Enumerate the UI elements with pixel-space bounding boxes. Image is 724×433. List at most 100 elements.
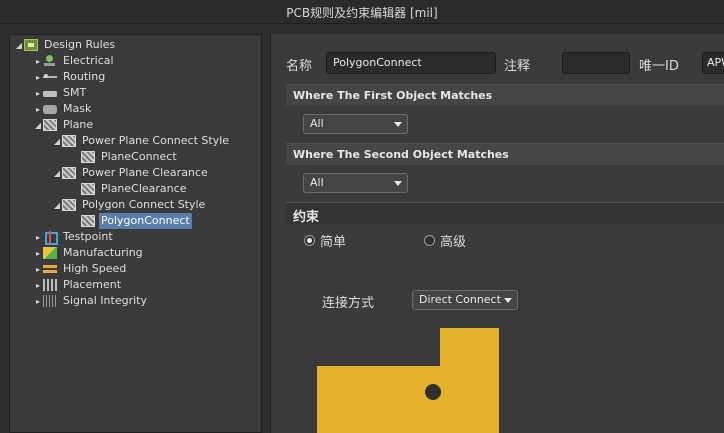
name-label: 名称 <box>286 59 313 74</box>
first-object-dropdown[interactable]: All <box>303 114 408 134</box>
plane-rule-icon <box>81 151 95 163</box>
tree-item-label: Manufacturing <box>63 246 143 259</box>
window-title: PCB规则及约束编辑器 [mil] <box>286 6 438 20</box>
signal-integrity-icon <box>43 295 57 307</box>
tree-item-smt[interactable]: ▸ SMT <box>33 85 88 101</box>
connect-style-value: Direct Connect <box>419 293 501 306</box>
second-object-dropdown[interactable]: All <box>303 173 408 193</box>
tree-item-planeconnect[interactable]: PlaneConnect <box>71 149 179 165</box>
collapse-arrow-icon[interactable]: ◢ <box>52 133 62 149</box>
plane-rule-icon <box>62 199 76 211</box>
tree-item-routing[interactable]: ▸ Routing <box>33 69 107 85</box>
name-input[interactable]: PolygonConnect <box>326 52 496 74</box>
simple-mode-label: 简单 <box>320 235 347 250</box>
tree-item-label: SMT <box>63 86 87 99</box>
tree-item-label: Plane <box>63 118 94 131</box>
tree-item-power-plane-connect-style[interactable]: ◢ Power Plane Connect Style <box>52 133 231 149</box>
tree-item-label: PlaneClearance <box>101 182 187 195</box>
radio-unselected-icon <box>424 235 435 246</box>
comment-input[interactable] <box>562 52 630 74</box>
unique-id-input[interactable]: APW <box>702 52 724 74</box>
plane-rule-icon <box>62 135 76 147</box>
panel-divider[interactable] <box>262 34 270 433</box>
tree-item-testpoint[interactable]: ▸ Testpoint <box>33 229 115 245</box>
tree-item-label: PlaneConnect <box>101 150 177 163</box>
testpoint-icon <box>43 231 58 245</box>
rule-editor-panel: 名称 PolygonConnect 注释 唯一ID APW Where The … <box>270 34 724 433</box>
tree-item-label: High Speed <box>63 262 127 275</box>
expand-arrow-icon[interactable]: ▸ <box>33 101 43 117</box>
tree-item-mask[interactable]: ▸ Mask <box>33 101 93 117</box>
design-rules-icon <box>24 39 38 51</box>
expand-arrow-icon[interactable]: ▸ <box>33 277 43 293</box>
tree-item-label: Electrical <box>63 54 114 67</box>
collapse-arrow-icon[interactable]: ◢ <box>14 37 24 53</box>
via-hole-icon <box>425 384 441 400</box>
plane-icon <box>43 119 57 131</box>
connect-style-dropdown[interactable]: Direct Connect <box>412 290 518 310</box>
window-titlebar: PCB规则及约束编辑器 [mil] <box>0 0 724 24</box>
tree-item-placement[interactable]: ▸ Placement <box>33 277 123 293</box>
placement-icon <box>43 279 57 291</box>
tree-item-label: Mask <box>63 102 92 115</box>
collapse-arrow-icon[interactable]: ◢ <box>33 117 43 133</box>
tree-item-label: Design Rules <box>44 38 116 51</box>
chevron-down-icon <box>504 298 512 303</box>
collapse-arrow-icon[interactable]: ◢ <box>52 165 62 181</box>
first-object-header: Where The First Object Matches <box>286 84 724 106</box>
mask-icon <box>43 104 57 114</box>
copper-polygon <box>317 328 499 433</box>
smt-icon <box>43 91 57 97</box>
routing-icon <box>43 71 57 83</box>
expand-arrow-icon[interactable]: ▸ <box>33 69 43 85</box>
tree-item-polygon-connect-style[interactable]: ◢ Polygon Connect Style <box>52 197 207 213</box>
comment-label: 注释 <box>504 59 531 74</box>
tree-item-label: Placement <box>63 278 122 291</box>
direct-connect-preview <box>317 328 499 433</box>
tree-item-label: PolygonConnect <box>99 213 192 229</box>
electrical-icon <box>43 55 57 67</box>
tree-item-manufacturing[interactable]: ▸ Manufacturing <box>33 245 145 261</box>
tree-item-plane[interactable]: ◢ Plane <box>33 117 95 133</box>
connect-style-label: 连接方式 <box>322 296 375 311</box>
first-object-value: All <box>310 117 324 130</box>
tree-item-power-plane-clearance[interactable]: ◢ Power Plane Clearance <box>52 165 210 181</box>
second-object-header: Where The Second Object Matches <box>286 143 724 165</box>
plane-rule-icon <box>62 167 76 179</box>
high-speed-icon <box>43 263 57 275</box>
manufacturing-icon <box>43 247 57 259</box>
tree-item-electrical[interactable]: ▸ Electrical <box>33 53 116 69</box>
simple-mode-radio[interactable]: 简单 <box>304 231 346 250</box>
tree-item-label: Routing <box>63 70 106 83</box>
expand-arrow-icon[interactable]: ▸ <box>33 293 43 309</box>
chevron-down-icon <box>394 122 402 127</box>
tree-item-planeclearance[interactable]: PlaneClearance <box>71 181 188 197</box>
plane-rule-icon <box>81 215 95 227</box>
second-object-value: All <box>310 176 324 189</box>
plane-rule-icon <box>81 183 95 195</box>
expand-arrow-icon[interactable]: ▸ <box>33 53 43 69</box>
collapse-arrow-icon[interactable]: ◢ <box>52 197 62 213</box>
expand-arrow-icon[interactable]: ▸ <box>33 85 43 101</box>
radio-selected-icon <box>304 235 315 246</box>
tree-item-design-rules[interactable]: ◢ Design Rules <box>14 37 117 53</box>
expand-arrow-icon[interactable]: ▸ <box>33 261 43 277</box>
tree-item-polygonconnect[interactable]: PolygonConnect <box>71 213 192 229</box>
tree-item-label: Power Plane Clearance <box>82 166 208 179</box>
tree-item-label: Signal Integrity <box>63 294 147 307</box>
rules-tree-panel: ◢ Design Rules ▸ Electrical ▸ Routing ▸ SMT ▸ Mas… <box>9 34 262 433</box>
tree-item-label: Testpoint <box>63 230 113 243</box>
tree-item-label: Polygon Connect Style <box>82 198 206 211</box>
advanced-mode-label: 高级 <box>440 235 467 250</box>
expand-arrow-icon[interactable]: ▸ <box>33 229 43 245</box>
advanced-mode-radio[interactable]: 高级 <box>424 231 466 250</box>
unique-id-label: 唯一ID <box>639 59 679 74</box>
expand-arrow-icon[interactable]: ▸ <box>33 245 43 261</box>
tree-item-signal-integrity[interactable]: ▸ Signal Integrity <box>33 293 149 309</box>
tree-item-label: Power Plane Connect Style <box>82 134 230 147</box>
chevron-down-icon <box>394 181 402 186</box>
tree-item-high-speed[interactable]: ▸ High Speed <box>33 261 128 277</box>
